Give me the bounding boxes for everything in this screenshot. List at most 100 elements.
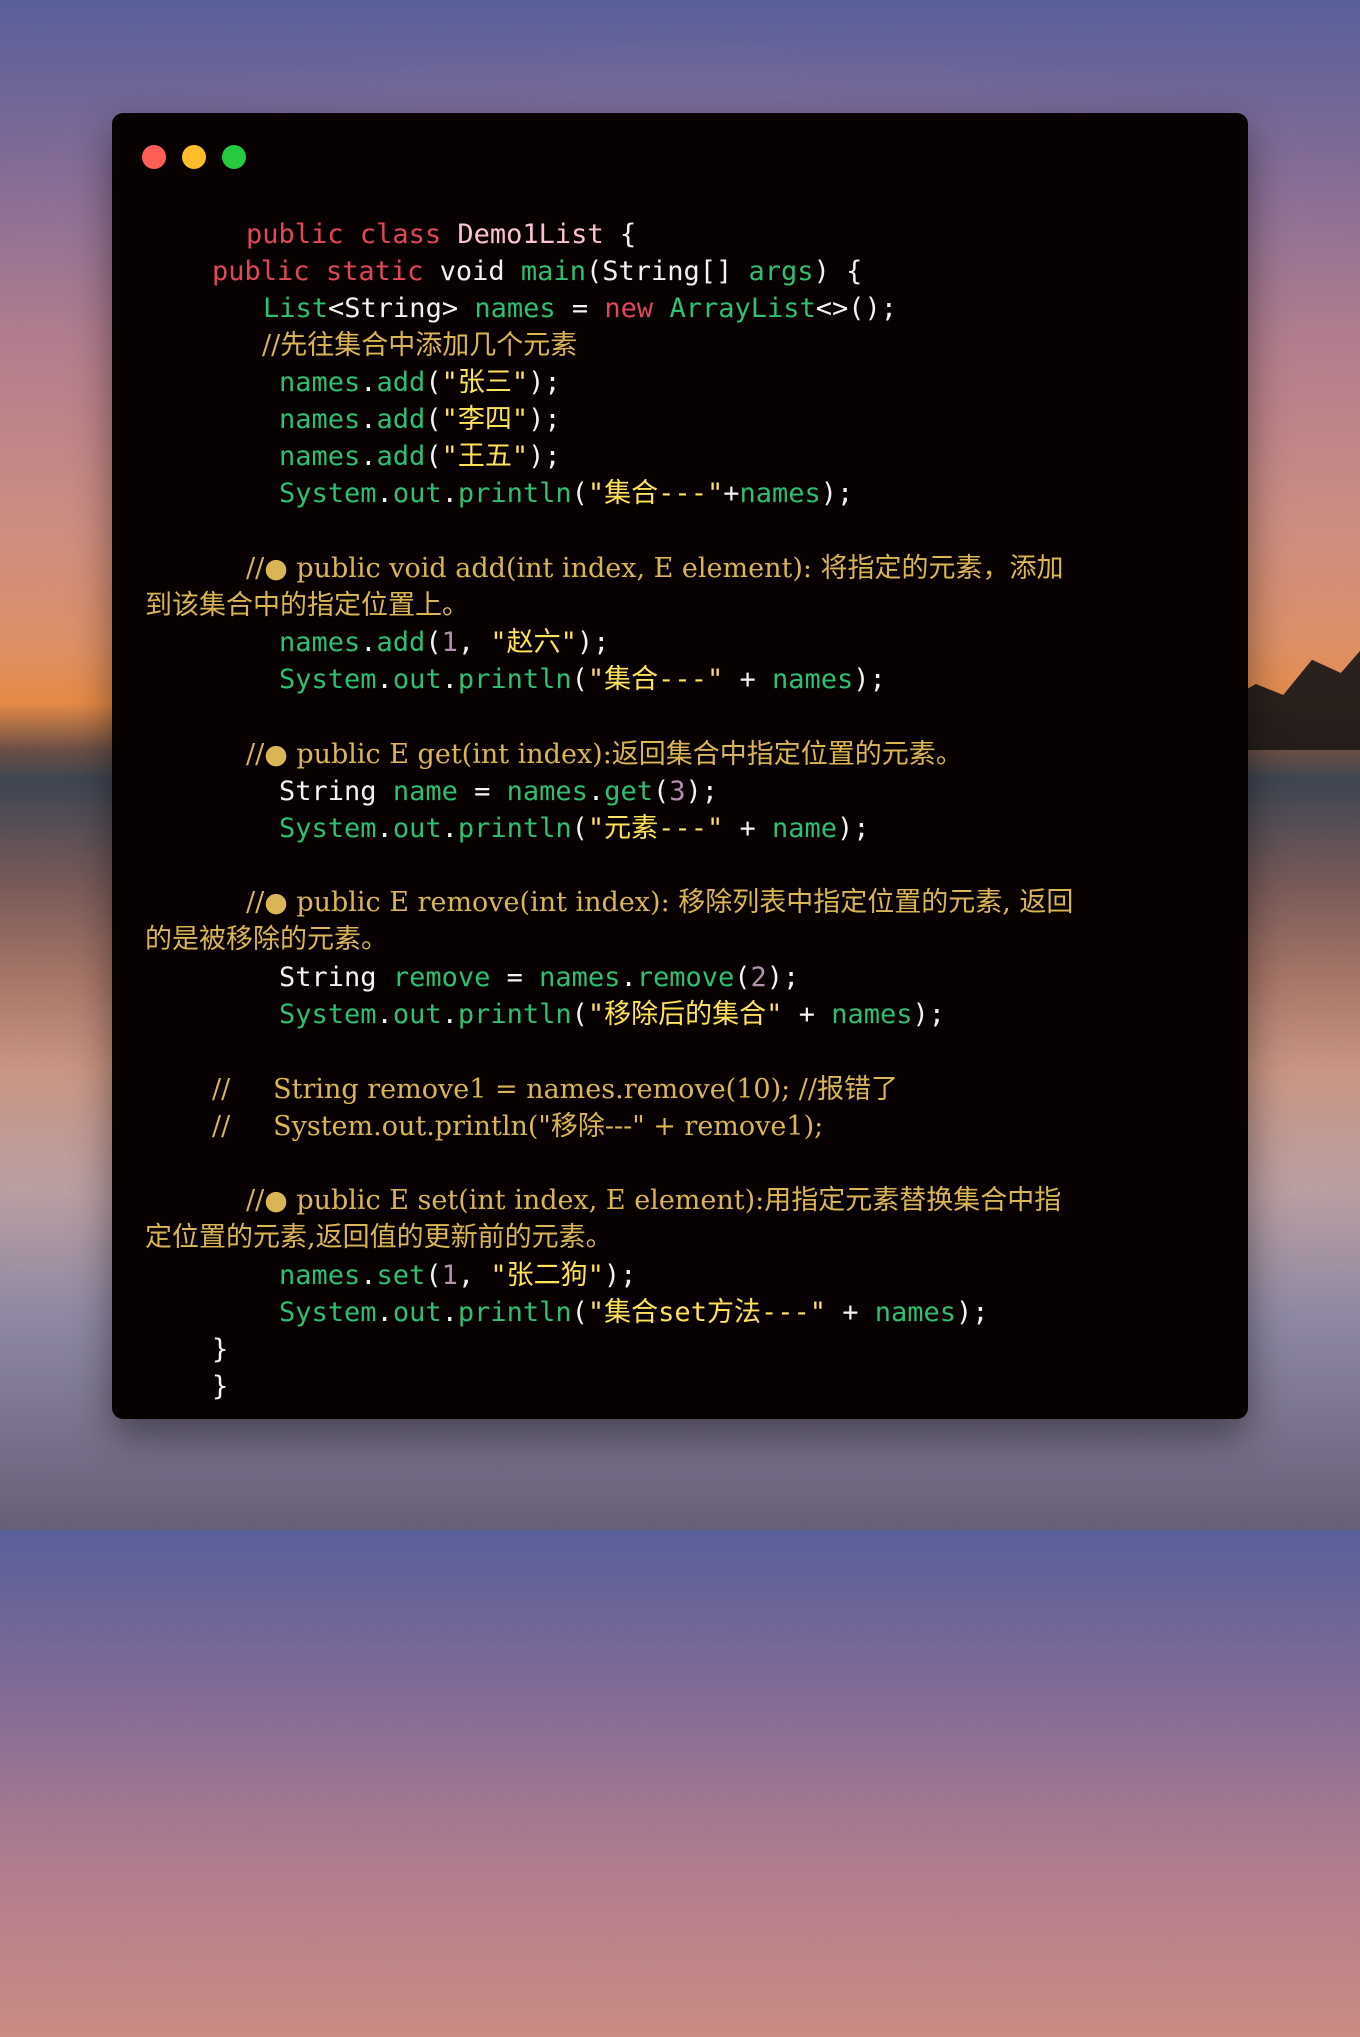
- method-name: println: [457, 813, 572, 844]
- string-literal: "张三": [441, 367, 529, 398]
- paren: );: [766, 962, 800, 993]
- field: out: [392, 813, 442, 844]
- code-comment: 的是被移除的元素。: [145, 924, 388, 955]
- code-line-add-2: names.add("李四");: [279, 401, 561, 438]
- class-name: Demo1List: [457, 219, 604, 250]
- code-line-add-index: names.add(1, "赵六");: [279, 624, 609, 661]
- operator: +: [842, 1297, 859, 1328]
- dot: .: [441, 813, 458, 844]
- code-comment: // System.out.println("移除---" + remove1)…: [212, 1111, 824, 1142]
- code-window: public class Demo1List { public static v…: [112, 113, 1248, 1419]
- paren: );: [528, 404, 561, 435]
- string-literal: "王五": [441, 441, 529, 472]
- number-literal: 3: [669, 776, 686, 807]
- dot: .: [441, 478, 458, 509]
- paren: (: [425, 1260, 442, 1291]
- paren: ) {: [813, 256, 863, 287]
- number-literal: 2: [750, 962, 767, 993]
- code-line-list-init: List<String> names = new ArrayList<>();: [263, 290, 897, 327]
- operator: =: [474, 776, 491, 807]
- code-comment: //先往集合中添加几个元素: [262, 330, 578, 361]
- paren: (: [571, 1297, 588, 1328]
- code-line-println-1: System.out.println("集合---"+names);: [279, 475, 853, 512]
- dot: .: [376, 664, 393, 695]
- type-param: <String>: [328, 293, 459, 324]
- keyword: public: [212, 256, 310, 287]
- paren: );: [837, 813, 870, 844]
- comma: ,: [457, 627, 475, 658]
- method-name: get: [604, 776, 653, 807]
- field: out: [392, 478, 442, 509]
- code-line-class-decl: public class Demo1List {: [246, 216, 636, 253]
- string-literal: "元素---": [587, 813, 724, 844]
- paren: (: [734, 962, 751, 993]
- string-literal: "移除后的集合": [587, 999, 783, 1030]
- number-literal: 1: [441, 1260, 458, 1291]
- paren: );: [603, 1260, 637, 1291]
- type: ArrayList: [669, 293, 816, 324]
- dot: .: [376, 1297, 393, 1328]
- variable: name: [772, 813, 838, 844]
- variable: names: [831, 999, 913, 1030]
- string-literal: "集合---": [587, 664, 724, 695]
- code-comment: //● public E set(int index, E element):用…: [246, 1185, 1062, 1216]
- keyword: public: [246, 219, 344, 250]
- variable: names: [279, 627, 361, 658]
- paren: (: [585, 256, 603, 287]
- paren: (: [425, 627, 442, 658]
- paren: );: [853, 664, 886, 695]
- code-comment: //● public E get(int index):返回集合中指定位置的元素…: [246, 739, 963, 770]
- field: out: [392, 999, 442, 1030]
- paren: );: [956, 1297, 989, 1328]
- method-name: println: [457, 664, 572, 695]
- code-comment: 到该集合中的指定位置上。: [145, 590, 469, 621]
- variable: names: [279, 404, 361, 435]
- keyword: static: [325, 256, 424, 287]
- keyword: class: [359, 219, 442, 250]
- code-block: public class Demo1List { public static v…: [112, 113, 1248, 1419]
- class-ref: System: [279, 664, 377, 695]
- string-literal: "集合set方法---": [587, 1297, 826, 1328]
- closing-brace: }: [212, 1334, 229, 1365]
- dot: .: [441, 1297, 458, 1328]
- type: String[]: [602, 256, 733, 287]
- dot: .: [620, 962, 637, 993]
- method-name: set: [376, 1260, 426, 1291]
- class-ref: System: [279, 478, 377, 509]
- operator: =: [571, 293, 589, 324]
- variable: names: [279, 367, 361, 398]
- string-literal: "赵六": [490, 627, 577, 658]
- paren: (: [571, 999, 588, 1030]
- paren: (: [425, 367, 442, 398]
- dot: .: [360, 627, 377, 658]
- paren: );: [576, 627, 610, 658]
- method-name: main: [520, 256, 586, 287]
- variable: names: [539, 962, 621, 993]
- class-ref: System: [279, 999, 377, 1030]
- operator: +: [723, 478, 740, 509]
- field: out: [392, 664, 442, 695]
- variable: names: [279, 1260, 361, 1291]
- paren: (: [571, 813, 588, 844]
- method-name: add: [376, 627, 426, 658]
- code-line-println-3: System.out.println("元素---" + name);: [279, 810, 870, 847]
- dot: .: [587, 776, 605, 807]
- type: List: [263, 293, 329, 324]
- paren: (: [571, 664, 588, 695]
- string-literal: "李四": [441, 404, 529, 435]
- code-comment: // String remove1 = names.remove(10); //…: [212, 1074, 898, 1105]
- paren: );: [528, 441, 561, 472]
- comma: ,: [457, 1260, 475, 1291]
- operator: =: [506, 962, 523, 993]
- type: String: [279, 776, 377, 807]
- paren: );: [685, 776, 719, 807]
- code-line-println-5: System.out.println("集合set方法---" + names)…: [279, 1294, 989, 1331]
- type: void: [439, 256, 505, 287]
- code-line-println-2: System.out.println("集合---" + names);: [279, 661, 886, 698]
- paren: (: [425, 404, 442, 435]
- method-name: add: [376, 367, 426, 398]
- dot: .: [376, 813, 393, 844]
- code-line-add-3: names.add("王五");: [279, 438, 561, 475]
- closing-brace: }: [212, 1371, 229, 1402]
- method-name: remove: [636, 962, 735, 993]
